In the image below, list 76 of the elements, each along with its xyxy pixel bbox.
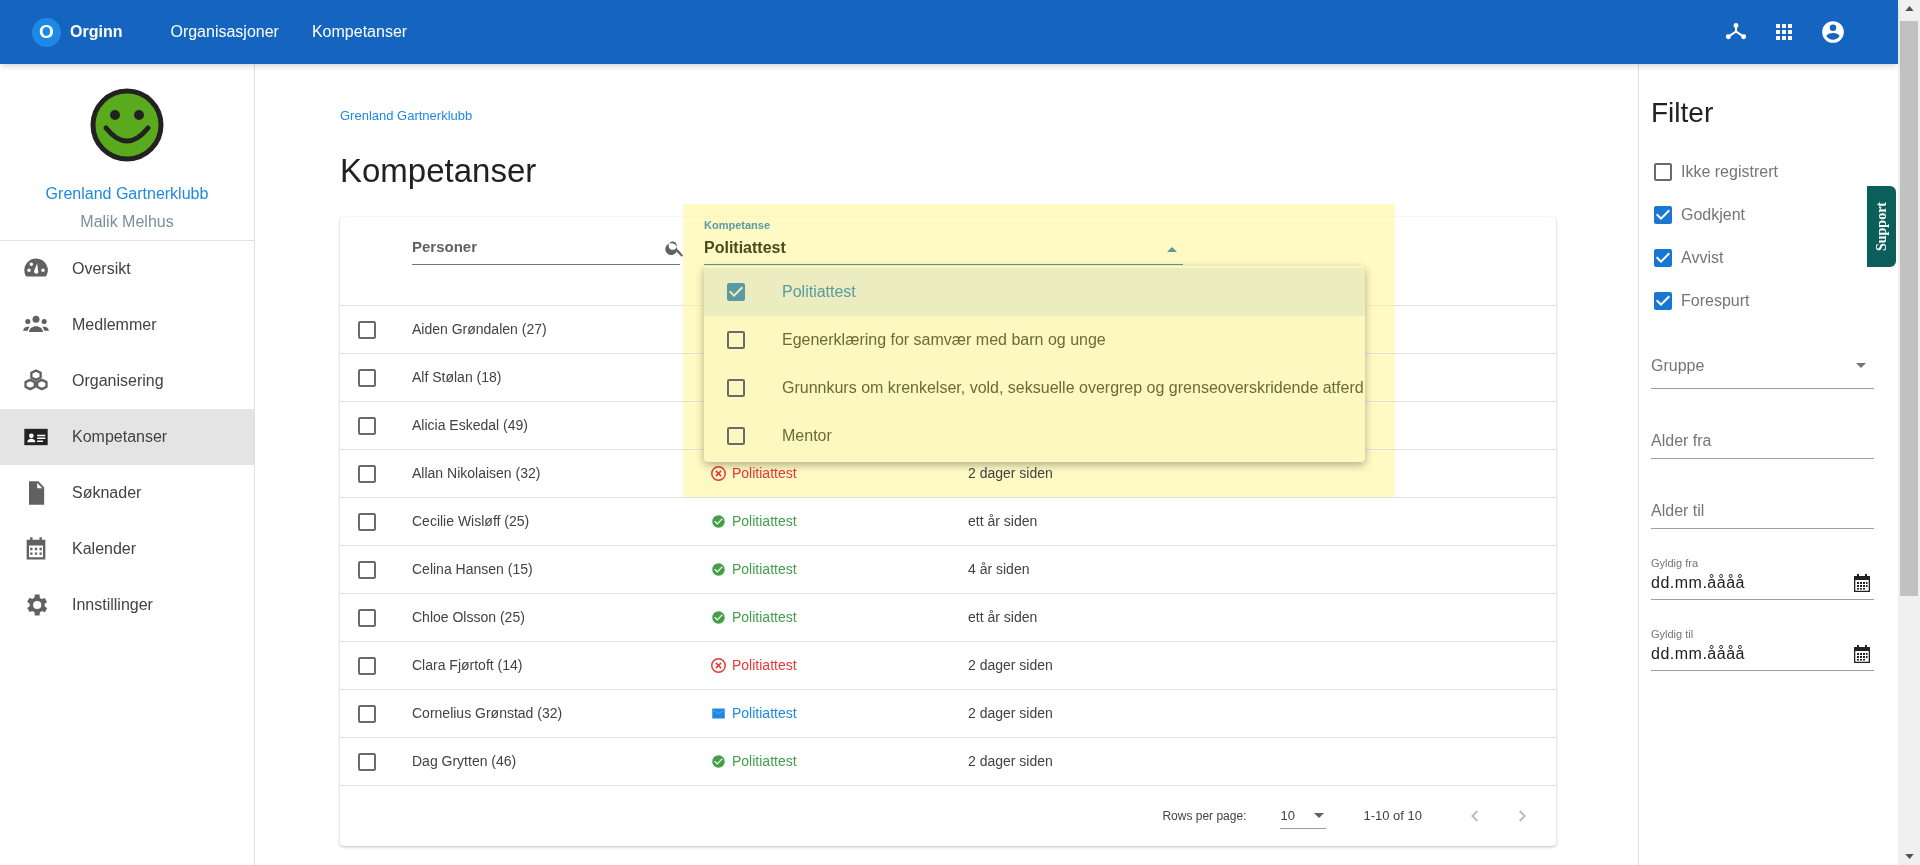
table-cell-text: ett år siden <box>968 608 1038 627</box>
table-cell-text: 2 dager siden <box>968 464 1053 483</box>
status-label: Politiattest <box>732 464 797 483</box>
status-label: Politiattest <box>732 512 797 531</box>
user-name: Malik Melhus <box>80 212 174 232</box>
table-cell-text: Cecilie Wisløff (25) <box>412 512 531 531</box>
table-cell-text: Allan Nikolaisen (32) <box>412 464 542 483</box>
calendar-icon[interactable] <box>1852 644 1872 664</box>
table-cell-text: Cornelius Grønstad (32) <box>412 704 564 723</box>
breadcrumb-link[interactable]: Grenland Gartnerklubb <box>340 106 1556 126</box>
table-cell-text: Alf Stølan (18) <box>412 368 503 387</box>
date-field[interactable]: dd.mm.åååå <box>1651 571 1852 595</box>
date-field[interactable]: dd.mm.åååå <box>1651 642 1852 666</box>
competence-select[interactable]: Kompetanse Politiattest <box>704 221 1183 265</box>
sidebar-item[interactable]: Kalender <box>0 521 254 577</box>
menu-item[interactable]: Mentor <box>704 412 1365 460</box>
filter-checkbox[interactable]: Avvist <box>1651 236 1724 279</box>
table-cell-text: Dag Grytten (46) <box>412 752 518 771</box>
checkbox[interactable] <box>724 376 748 400</box>
select-value: Politiattest <box>704 238 787 258</box>
chevron-left-icon <box>1470 810 1478 822</box>
filter-checkbox[interactable]: Forespurt <box>1651 279 1750 322</box>
menu-item[interactable]: Grunnkurs om krenkelser, vold, seksuelle overgrep og grenseoverskridende atferd <box>704 364 1365 412</box>
calendar-icon[interactable] <box>1852 573 1872 593</box>
account-icon[interactable] <box>1820 19 1846 45</box>
table-cell-text: Alicia Eskedal (49) <box>412 416 529 435</box>
status-label: Politiattest <box>732 608 797 627</box>
sidebar-item[interactable]: Medlemmer <box>0 297 254 353</box>
nav-link[interactable]: Kompetanser <box>311 20 408 44</box>
status-label: Politiattest <box>732 704 797 723</box>
chevron-right-icon <box>1518 810 1526 822</box>
status-label: Politiattest <box>732 560 797 579</box>
sidebar-item[interactable]: Søknader <box>0 465 254 521</box>
table-cell-text: ett år siden <box>968 512 1038 531</box>
caret-icon <box>1314 813 1325 818</box>
group-select[interactable]: Gruppe <box>1651 343 1874 389</box>
sidebar-item[interactable]: Organisering <box>0 353 254 409</box>
age-field[interactable]: Alder til <box>1651 483 1874 529</box>
sidebar-item[interactable]: Innstillinger <box>0 577 254 633</box>
status-label: Politiattest <box>732 752 797 771</box>
nav-link[interactable]: Organisasjoner <box>170 20 279 44</box>
field-label: Gyldig til <box>1651 626 1695 642</box>
scrollbar[interactable] <box>1898 0 1920 865</box>
app-name[interactable]: Orginn <box>70 20 123 44</box>
rows-per-page-select[interactable]: 10 <box>1280 803 1327 829</box>
filter-title: Filter <box>1651 96 1715 130</box>
table-cell-text: Aiden Grøndalen (27) <box>412 320 548 339</box>
search-field[interactable]: Personer <box>412 236 664 259</box>
table-cell-text: 4 år siden <box>968 560 1030 579</box>
table-cell-text: 2 dager siden <box>968 704 1053 723</box>
scroll-down-icon[interactable] <box>1904 854 1914 859</box>
support-tab[interactable]: Support <box>1867 186 1896 267</box>
checkbox[interactable] <box>724 280 748 304</box>
table-cell-text: Chloe Olsson (25) <box>412 608 526 627</box>
page-title: Kompetanser <box>340 150 538 191</box>
table-cell-text: 2 dager siden <box>968 752 1053 771</box>
status-label: Politiattest <box>732 656 797 675</box>
logo: O <box>32 17 61 47</box>
filter-checkbox[interactable]: Godkjent <box>1651 193 1746 236</box>
table-cell-text: Clara Fjørtoft (14) <box>412 656 524 675</box>
checkbox[interactable] <box>724 424 748 448</box>
scrollbar-thumb[interactable] <box>1900 21 1918 596</box>
organization-name[interactable]: Grenland Gartnerklubb <box>45 182 209 206</box>
page-range: 1-10 of 10 <box>1363 807 1422 826</box>
sidebar-item[interactable]: Kompetanser <box>0 409 254 465</box>
sidebar-item[interactable]: Oversikt <box>0 241 254 297</box>
menu-item[interactable]: Egenerklæring for samvær med barn og unge <box>704 316 1365 364</box>
table-cell-text: Celina Hansen (15) <box>412 560 534 579</box>
checkbox[interactable] <box>724 328 748 352</box>
rows-per-page-label: Rows per page: <box>1162 808 1247 825</box>
age-field[interactable]: Alder fra <box>1651 413 1874 459</box>
scroll-up-icon[interactable] <box>1904 6 1914 11</box>
field-label: Gyldig fra <box>1651 555 1700 571</box>
caret-icon <box>1856 363 1866 368</box>
filter-checkbox[interactable]: Ikke registrert <box>1651 150 1778 193</box>
table-cell-text: 2 dager siden <box>968 656 1053 675</box>
